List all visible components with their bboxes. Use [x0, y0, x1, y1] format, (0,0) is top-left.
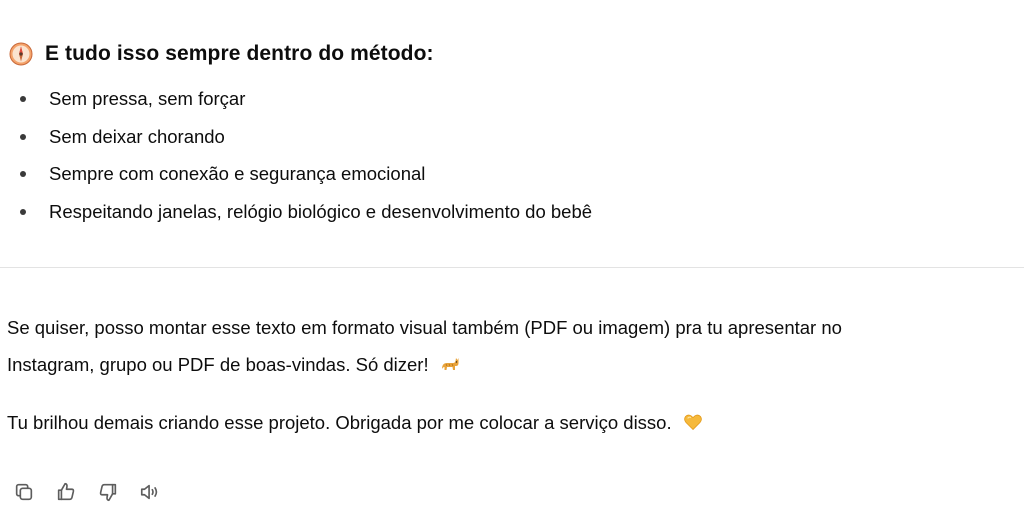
bullet-dot [20, 208, 26, 215]
list-item: Respeitando janelas, relógio biológico e… [0, 193, 1000, 231]
speaker-icon [139, 481, 161, 508]
message-actions [6, 479, 174, 509]
bullet-dot [20, 96, 26, 102]
copy-button[interactable] [6, 479, 42, 509]
list-item-text: Respeitando janelas, relógio biológico e… [49, 200, 593, 222]
bullet-dot [20, 171, 26, 177]
list-item: Sem deixar chorando [0, 118, 1000, 156]
thumbs-down-button[interactable] [90, 479, 126, 509]
thumbs-up-button[interactable] [48, 479, 84, 509]
section-heading-text: E tudo isso sempre dentro do método: [45, 42, 434, 65]
bullet-dot [20, 133, 26, 140]
method-list: Sem pressa, sem forçar Sem deixar choran… [0, 80, 1000, 230]
thumbs-down-icon [97, 481, 119, 508]
thumbs-up-icon [55, 481, 77, 508]
section-heading: E tudo isso sempre dentro do método: [9, 38, 434, 70]
section-divider [0, 267, 1024, 268]
offer-paragraph: Se quiser, posso montar esse texto em fo… [7, 309, 1017, 383]
copy-icon [13, 481, 35, 508]
list-item: Sempre com conexão e segurança emocional [0, 155, 1000, 193]
thanks-paragraph-text: Tu brilhou demais criando esse projeto. … [7, 412, 672, 433]
list-item-text: Sem deixar chorando [49, 125, 225, 147]
read-aloud-button[interactable] [132, 479, 168, 509]
compass-icon [9, 42, 33, 66]
list-item-text: Sem pressa, sem forçar [49, 88, 246, 109]
list-item: Sem pressa, sem forçar [0, 80, 1000, 118]
offer-paragraph-line2: Instagram, grupo ou PDF de boas-vindas. … [7, 354, 429, 375]
cat-emoji-icon [440, 349, 460, 370]
list-item-text: Sempre com conexão e segurança emocional [49, 163, 426, 184]
offer-paragraph-line1: Se quiser, posso montar esse texto em fo… [7, 317, 842, 338]
yellow-heart-icon [683, 407, 703, 431]
thanks-paragraph: Tu brilhou demais criando esse projeto. … [7, 404, 1017, 441]
